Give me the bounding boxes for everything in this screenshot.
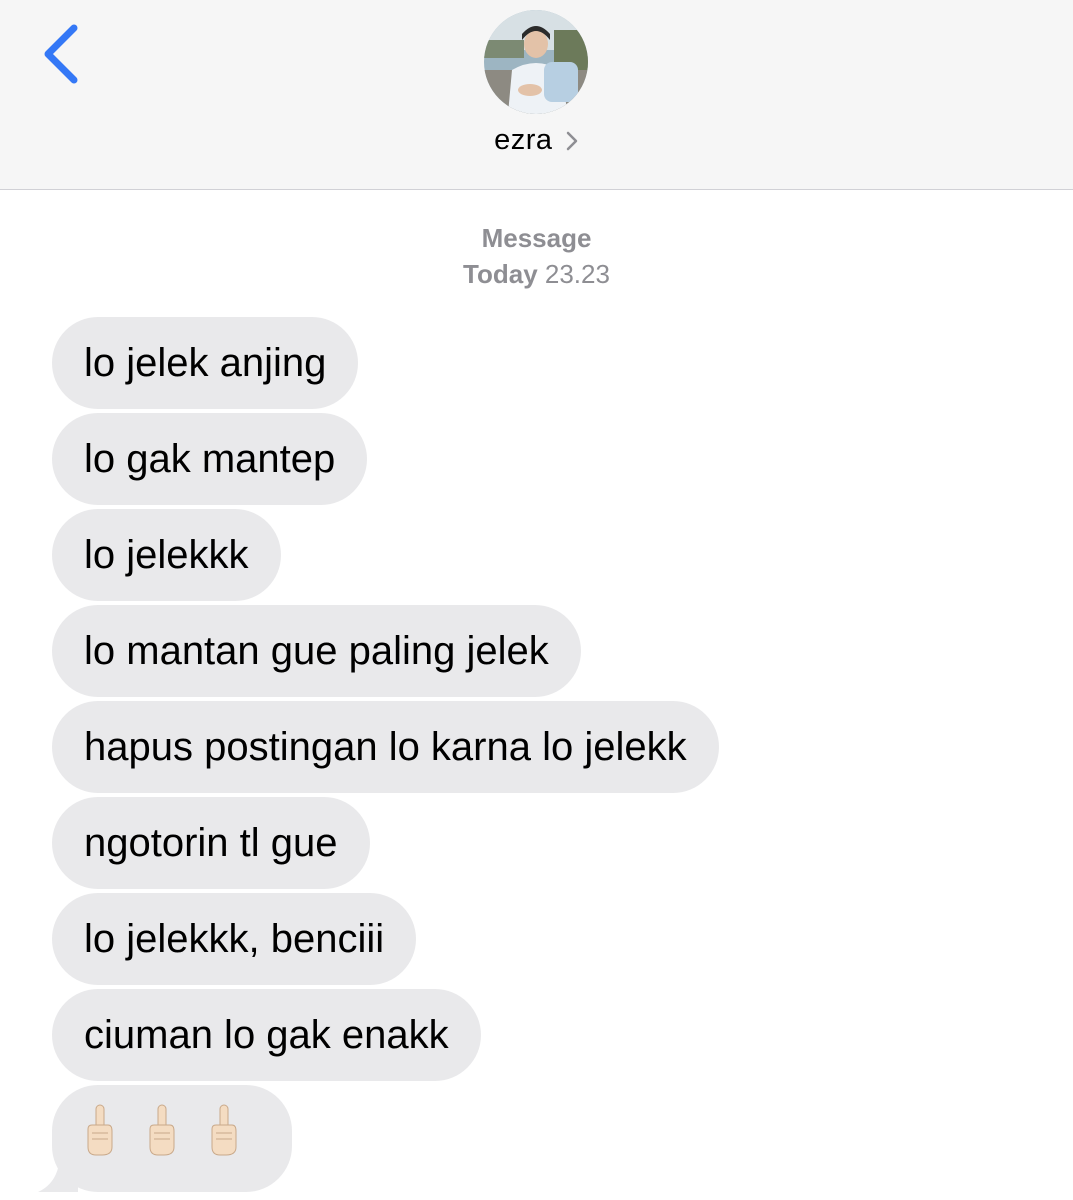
service-label: Message bbox=[481, 223, 592, 253]
incoming-message-bubble[interactable]: lo jelekkk, benciii bbox=[52, 893, 417, 985]
incoming-message-bubble[interactable]: ngotorin tl gue bbox=[52, 797, 370, 889]
bubble-tail bbox=[38, 1152, 78, 1192]
back-button[interactable] bbox=[36, 22, 88, 86]
avatar-photo bbox=[484, 10, 588, 114]
incoming-emoji-message-bubble[interactable] bbox=[38, 1085, 292, 1192]
thread-timestamp: Message Today 23.23 bbox=[0, 220, 1073, 292]
chevron-right-icon bbox=[565, 130, 579, 152]
chevron-left-icon bbox=[44, 24, 78, 84]
middle-finger-icon bbox=[146, 1103, 178, 1157]
incoming-message-bubble[interactable]: lo gak mantep bbox=[52, 413, 368, 505]
middle-finger-icon bbox=[84, 1103, 116, 1157]
incoming-message-bubble[interactable]: lo jelekkk bbox=[52, 509, 281, 601]
conversation-header: ezra bbox=[0, 0, 1073, 190]
emoji-row bbox=[84, 1099, 240, 1157]
day-label: Today bbox=[463, 259, 538, 289]
contact-name: ezra bbox=[494, 124, 553, 156]
incoming-message-bubble[interactable]: lo mantan gue paling jelek bbox=[52, 605, 581, 697]
incoming-message-bubble[interactable]: lo jelek anjing bbox=[52, 317, 359, 409]
incoming-message-bubble[interactable]: hapus postingan lo karna lo jelekk bbox=[52, 701, 719, 793]
contact-name-button[interactable]: ezra bbox=[0, 124, 1073, 157]
incoming-message-bubble[interactable]: ciuman lo gak enakk bbox=[52, 989, 481, 1081]
imessage-conversation-screen: ezra Message Today 23.23 lo jelek anjing… bbox=[0, 0, 1073, 1200]
middle-finger-icon bbox=[208, 1103, 240, 1157]
contact-avatar[interactable] bbox=[484, 10, 588, 114]
message-list: lo jelek anjing lo gak mantep lo jelekkk… bbox=[38, 317, 1042, 1196]
time-label: 23.23 bbox=[544, 259, 610, 289]
